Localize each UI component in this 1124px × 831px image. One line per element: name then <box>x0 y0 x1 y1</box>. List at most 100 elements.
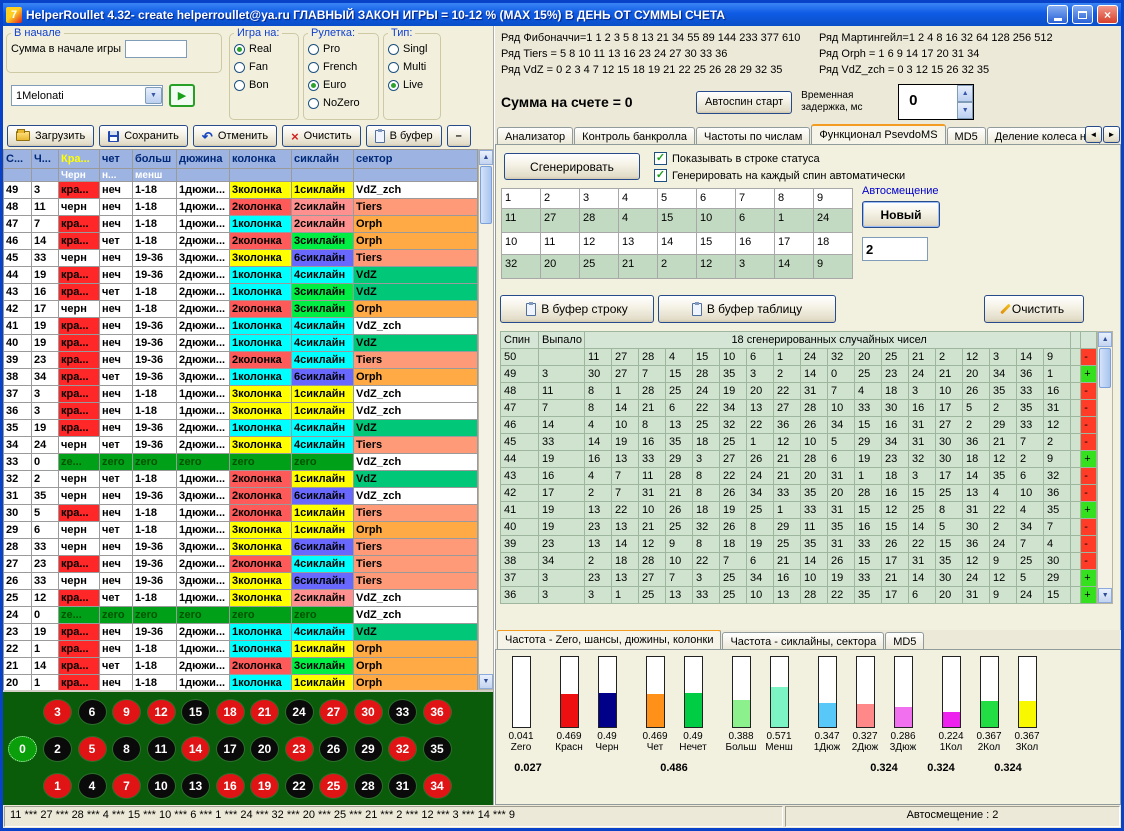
radio-option-live[interactable]: Live <box>388 77 436 93</box>
maximize-button[interactable] <box>1072 5 1093 24</box>
column-header[interactable]: Кра... <box>59 150 100 169</box>
board-number-27[interactable]: 27 <box>319 699 348 725</box>
autospin-button[interactable]: Автоспин старт <box>696 91 792 114</box>
spin-row[interactable]: 240ze...zerozerozerozerozeroVdZ_zch <box>4 607 478 624</box>
generated-row[interactable]: 383421828102276211426151731351292530- <box>501 553 1097 570</box>
spin-row[interactable]: 330ze...zerozerozerozerozeroVdZ_zch <box>4 454 478 471</box>
scroll-track[interactable] <box>1098 389 1112 588</box>
load-button[interactable]: Загрузить <box>7 125 94 147</box>
tab-scroll-right-icon[interactable]: ► <box>1103 126 1120 143</box>
board-number-6[interactable]: 6 <box>78 699 107 725</box>
start-sum-input[interactable] <box>125 40 187 58</box>
generated-row[interactable]: 373231327732534161019332114302412529+ <box>501 570 1097 587</box>
board-number-9[interactable]: 9 <box>112 699 141 725</box>
generated-table-scrollbar[interactable]: ▲ ▼ <box>1097 331 1113 604</box>
radio-option-nozero[interactable]: NoZero <box>308 95 374 111</box>
board-number-12[interactable]: 12 <box>147 699 176 725</box>
generated-row[interactable]: 392313141298181925353133262215362474- <box>501 536 1097 553</box>
radio-option-multi[interactable]: Multi <box>388 59 436 75</box>
board-number-14[interactable]: 14 <box>181 736 210 762</box>
board-number-26[interactable]: 26 <box>319 736 348 762</box>
spin-row[interactable]: 4811черннеч1-181дюжи...2колонка2сиклайнT… <box>4 199 478 216</box>
radio-option-bon[interactable]: Bon <box>234 77 294 93</box>
spin-row[interactable]: 373кра...неч1-181дюжи...3колонка1сиклайн… <box>4 386 478 403</box>
board-number-20[interactable]: 20 <box>250 736 279 762</box>
spin-row[interactable]: 3923кра...неч19-362дюжи...2колонка4сикла… <box>4 352 478 369</box>
generate-button[interactable]: Сгенерировать <box>504 153 640 180</box>
generated-row[interactable]: 441916133329327262128619233230181229+ <box>501 451 1097 468</box>
checkbox-auto-generate[interactable]: ✓ Генерировать на каждый спин автоматиче… <box>654 167 905 184</box>
spin-row[interactable]: 4419кра...неч19-362дюжи...1колонка4сикла… <box>4 267 478 284</box>
column-header[interactable]: дюжина <box>177 150 230 169</box>
generated-row[interactable]: 4614410813253222362634151631272293312- <box>501 417 1097 434</box>
delay-spinner[interactable]: 0 ▲ ▼ <box>898 84 974 120</box>
spin-row[interactable]: 2633черннеч19-363дюжи...3колонка6сиклайн… <box>4 573 478 590</box>
spin-row[interactable]: 4533черннеч19-363дюжи...3колонка6сиклайн… <box>4 250 478 267</box>
generated-row[interactable]: 47781421622341327281033301617523531- <box>501 400 1097 417</box>
spin-row[interactable]: 2512кра...чет1-181дюжи...3колонка2сиклай… <box>4 590 478 607</box>
radio-option-euro[interactable]: Euro <box>308 77 374 93</box>
checkbox-show-status[interactable]: ✓ Показывать в строке статуса <box>654 150 905 167</box>
generated-row[interactable]: 4119132210261819251333115122583122435+ <box>501 502 1097 519</box>
generated-row[interactable]: 453314191635182511210529343130362172- <box>501 434 1097 451</box>
save-button[interactable]: Сохранить <box>99 125 188 147</box>
clear-generated-button[interactable]: Очистить <box>984 295 1084 323</box>
board-number-34[interactable]: 34 <box>423 773 452 799</box>
column-header[interactable]: чет <box>100 150 133 169</box>
minimize-button[interactable] <box>1047 5 1068 24</box>
board-number-7[interactable]: 7 <box>112 773 141 799</box>
generated-row[interactable]: 36331251333251013282235176203192415+ <box>501 587 1097 604</box>
board-number-31[interactable]: 31 <box>388 773 417 799</box>
board-number-36[interactable]: 36 <box>423 699 452 725</box>
scroll-down-icon[interactable]: ▼ <box>479 674 493 689</box>
freq-tab-1[interactable]: Частота - сиклайны, сектора <box>722 632 884 649</box>
left-table-scrollbar[interactable]: ▲ ▼ <box>478 149 493 690</box>
radio-option-french[interactable]: French <box>308 59 374 75</box>
spin-row[interactable]: 2114кра...чет1-182дюжи...2колонка3сиклай… <box>4 658 478 675</box>
board-number-13[interactable]: 13 <box>181 773 210 799</box>
generated-row[interactable]: 48118128252419202231741831026353316- <box>501 383 1097 400</box>
board-number-28[interactable]: 28 <box>354 773 383 799</box>
spin-row[interactable]: 4217черннеч1-182дюжи...2колонка3сиклайнO… <box>4 301 478 318</box>
board-number-33[interactable]: 33 <box>388 699 417 725</box>
numbers-column-header[interactable]: 18 сгенерированных случайных чисел <box>585 332 1071 349</box>
scroll-up-icon[interactable]: ▲ <box>1098 332 1112 347</box>
main-tab-0[interactable]: Анализатор <box>497 127 573 144</box>
close-button[interactable]: × <box>1097 5 1118 24</box>
board-number-23[interactable]: 23 <box>285 736 314 762</box>
spin-row[interactable]: 2319кра...неч19-362дюжи...1колонка4сикла… <box>4 624 478 641</box>
board-number-0[interactable]: 0 <box>8 736 37 762</box>
spin-row[interactable]: 201кра...неч1-181дюжи...1колонка1сиклайн… <box>4 675 478 691</box>
preset-combo[interactable]: 1Melonati ▼ <box>11 85 163 106</box>
spin-row[interactable]: 477кра...неч1-181дюжи...1колонка2сиклайн… <box>4 216 478 233</box>
board-number-19[interactable]: 19 <box>250 773 279 799</box>
board-number-32[interactable]: 32 <box>388 736 417 762</box>
collapse-button[interactable]: – <box>447 125 471 147</box>
column-header[interactable]: сектор <box>354 150 478 169</box>
freq-tab-0[interactable]: Частота - Zero, шансы, дюжины, колонки <box>497 630 721 649</box>
spin-row[interactable]: 4019кра...неч19-362дюжи...1колонка4сикла… <box>4 335 478 352</box>
board-number-16[interactable]: 16 <box>216 773 245 799</box>
board-number-10[interactable]: 10 <box>147 773 176 799</box>
generated-row[interactable]: 4316471128822242120311183171435632- <box>501 468 1097 485</box>
board-number-2[interactable]: 2 <box>43 736 72 762</box>
board-number-35[interactable]: 35 <box>423 736 452 762</box>
board-number-15[interactable]: 15 <box>181 699 210 725</box>
spin-row[interactable]: 493кра...неч1-181дюжи...3колонка1сиклайн… <box>4 182 478 199</box>
board-number-29[interactable]: 29 <box>354 736 383 762</box>
scroll-down-icon[interactable]: ▼ <box>1098 588 1112 603</box>
board-number-18[interactable]: 18 <box>216 699 245 725</box>
combo-dropdown-icon[interactable]: ▼ <box>145 87 162 104</box>
copy-table-button[interactable]: В буфер таблицу <box>658 295 836 323</box>
spinner-down-icon[interactable]: ▼ <box>957 102 973 119</box>
scroll-up-icon[interactable]: ▲ <box>479 150 493 165</box>
board-number-11[interactable]: 11 <box>147 736 176 762</box>
board-number-25[interactable]: 25 <box>319 773 348 799</box>
tab-scroll-left-icon[interactable]: ◄ <box>1085 126 1102 143</box>
autoshift-input[interactable] <box>862 237 928 261</box>
column-header[interactable]: С... <box>4 150 32 169</box>
generated-row[interactable]: 421727312182634333520281615251341036- <box>501 485 1097 502</box>
spin-row[interactable]: 363кра...неч1-181дюжи...3колонка1сиклайн… <box>4 403 478 420</box>
column-header[interactable]: больш <box>133 150 177 169</box>
spin-row[interactable]: 4316кра...чет1-182дюжи...1колонка3сиклай… <box>4 284 478 301</box>
